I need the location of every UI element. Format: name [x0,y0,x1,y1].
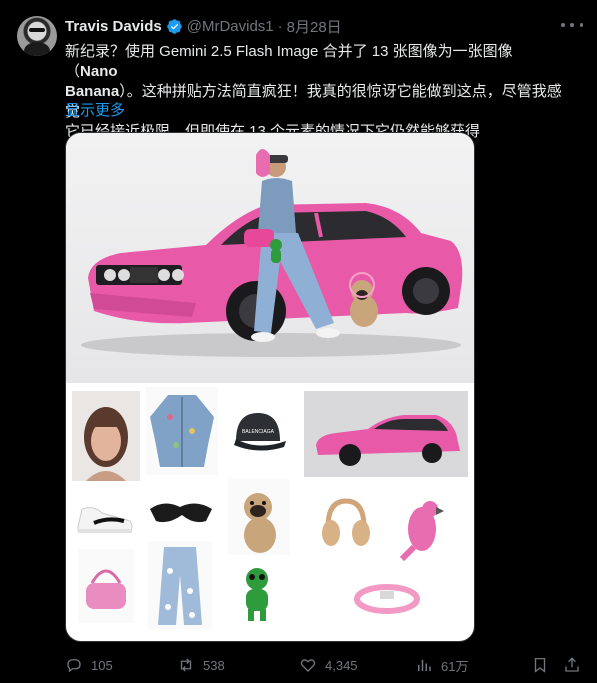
views-button[interactable]: 61万 [415,652,468,678]
collage-pink-car [304,391,468,477]
author-name[interactable]: Travis Davids [65,18,162,35]
author-handle[interactable]: @MrDavids1 [187,18,274,35]
tweet-text-segment: 新纪录？使用 Gemini 2.5 Flash Image 合并了 13 张图像… [65,43,513,80]
verified-badge-icon [166,18,182,34]
like-button[interactable]: 4,345 [299,652,358,678]
reply-button[interactable]: 105 [65,652,113,678]
share-button[interactable] [563,652,581,678]
collage-headphones [316,493,376,555]
collage-pink-collar [350,573,424,623]
post-date[interactable]: 8月28日 [287,16,342,37]
bookmark-icon [534,657,546,673]
collage-black-cap: BALENCIAGA [228,397,288,469]
repost-icon [180,658,192,672]
tweet-text-segment: ）。这种拼贴方法简直疯狂！我真的很惊讶它能做到这点，尽管我感觉 [65,83,562,120]
share-icon [565,657,579,672]
heart-icon [300,659,316,672]
bookmark-button[interactable] [531,652,549,678]
tweet-text-line-1: 新纪录？使用 Gemini 2.5 Flash Image 合并了 13 张图像… [65,42,565,82]
collage-woman-portrait [72,391,140,481]
cap-logo-text: BALENCIAGA [242,429,275,435]
hero-illustration [81,149,463,357]
show-more-link[interactable]: 显示更多 [65,99,125,120]
reply-count: 105 [91,657,113,673]
tweet-media-image[interactable]: BALENCIAGA [65,132,475,642]
views-count: 61万 [441,658,469,674]
repost-button[interactable]: 538 [177,652,225,678]
tweet-text: 新纪录？使用 Gemini 2.5 Flash Image 合并了 13 张图像… [65,42,565,142]
tweet-card[interactable]: Travis Davids @MrDavids1 · 8月28日 新纪录？使用 … [0,0,597,683]
collage-jeans [148,541,212,629]
hero-photo [66,133,474,383]
tweet-header: Travis Davids @MrDavids1 · 8月28日 [65,15,342,37]
more-options-icon[interactable] [561,16,583,34]
views-icon [418,659,431,671]
reply-icon [67,659,81,673]
like-count: 4,345 [325,657,358,673]
collage-denim-jacket [146,387,218,475]
tweet-text-bold: Nano [80,63,118,80]
collage-sunglasses [146,491,216,531]
avatar[interactable] [17,16,57,56]
tweet-text-line-2: Banana）。这种拼贴方法简直疯狂！我真的很惊讶它能做到这点，尽管我感觉 [65,82,565,122]
repost-count: 538 [203,657,225,673]
tweet-text-bold: Banana [65,83,120,100]
action-bar: 105 538 4,345 61万 [65,652,585,678]
collage-green-alien-toy [228,561,286,625]
collage-white-sneaker [72,497,138,537]
collage-pink-parrot [388,491,456,561]
collage-pug-photo [228,479,290,555]
header-separator: · [277,17,283,35]
collage-pink-handbag [78,549,134,623]
